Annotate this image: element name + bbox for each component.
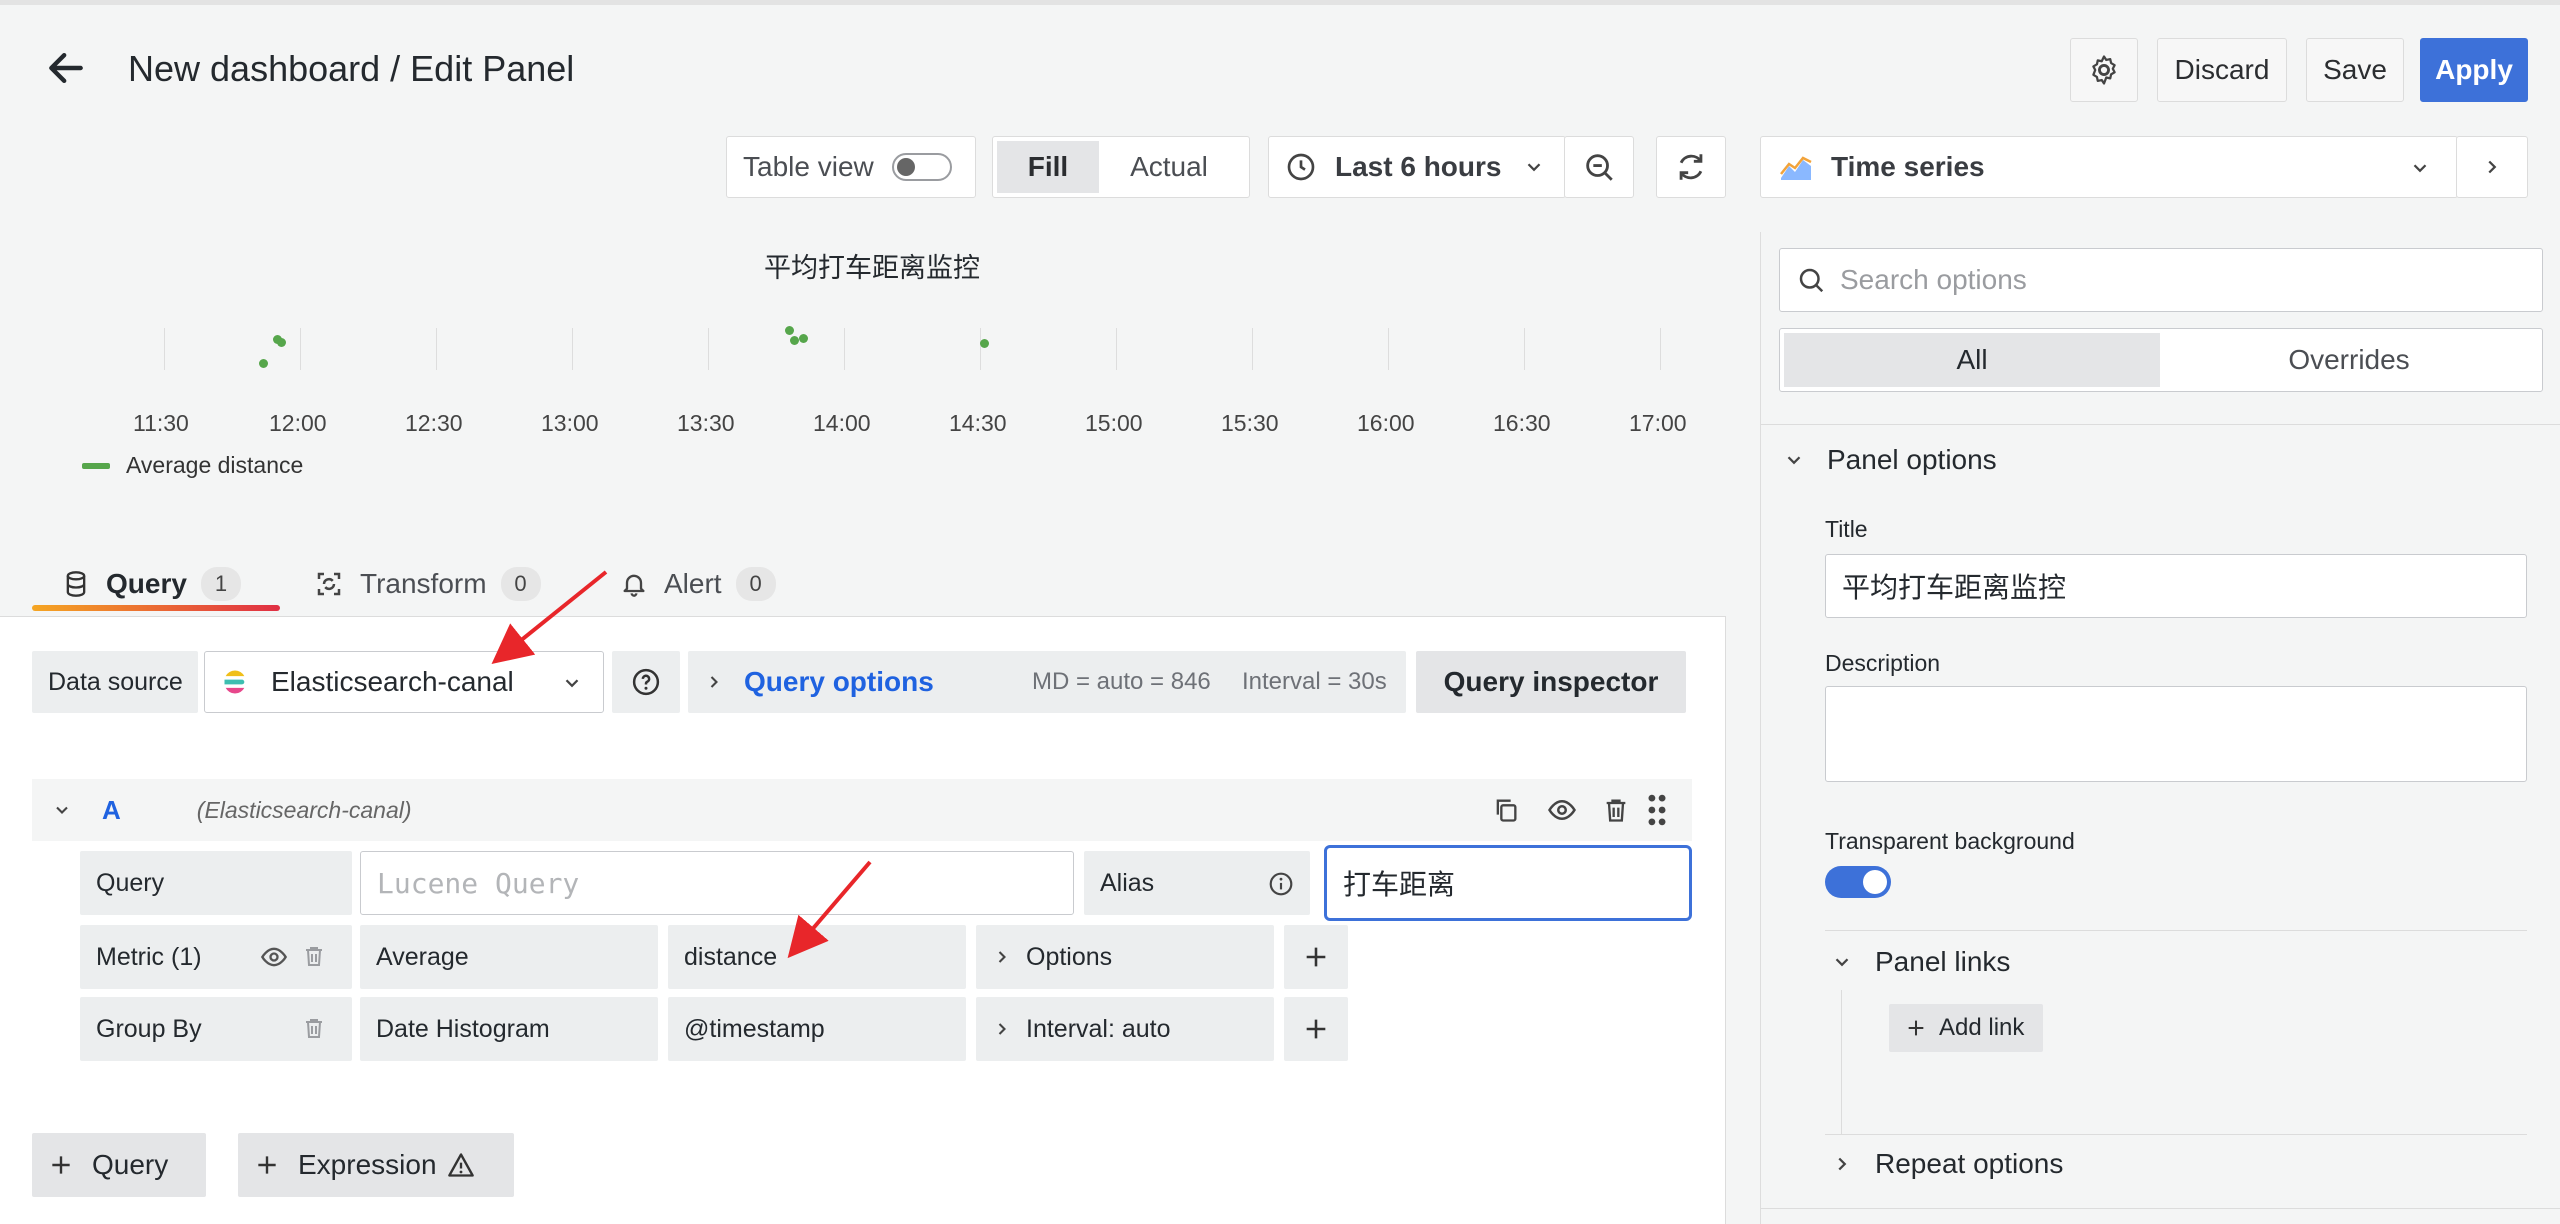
search-options-input[interactable]: Search options <box>1779 248 2543 312</box>
plus-icon <box>1908 1020 1924 1036</box>
apply-button[interactable]: Apply <box>2420 38 2528 102</box>
annotation-arrow-datasource <box>491 570 608 665</box>
repeat-options-label: Repeat options <box>1875 1148 2064 1179</box>
divider <box>1761 1208 2560 1209</box>
panel-options-header[interactable]: Panel options <box>1783 444 1997 476</box>
panel-title-input[interactable]: 平均打车距离监控 <box>1825 554 2527 618</box>
options-mode-group: All Overrides <box>1779 328 2543 392</box>
collapse-options-button[interactable] <box>2456 136 2528 198</box>
settings-button[interactable] <box>2070 38 2138 102</box>
title-label: Title <box>1825 516 1868 542</box>
panel-title-value: 平均打车距离监控 <box>1842 572 2067 603</box>
divider <box>1825 1134 2527 1135</box>
visualization-label: Time series <box>1831 151 1985 182</box>
save-button[interactable]: Save <box>2306 38 2404 102</box>
discard-button[interactable]: Discard <box>2157 38 2287 102</box>
add-link-label: Add link <box>1939 1014 2025 1041</box>
divider <box>1825 930 2527 931</box>
description-label: Description <box>1825 650 1941 676</box>
search-placeholder: Search options <box>1840 264 2027 295</box>
all-option[interactable]: All <box>1784 333 2160 387</box>
visualization-picker[interactable]: Time series <box>1760 136 2458 198</box>
search-icon <box>1799 268 1824 293</box>
gear-icon <box>2092 55 2116 85</box>
panel-links-label: Panel links <box>1875 946 2011 977</box>
chevron-down-icon <box>1835 958 1849 967</box>
panel-links-header[interactable]: Panel links <box>1831 946 2010 978</box>
annotation-arrow-metric-field <box>787 860 872 959</box>
panel-options-label: Panel options <box>1827 444 1997 475</box>
chevron-right-icon <box>2488 160 2497 174</box>
repeat-options-header[interactable]: Repeat options <box>1831 1148 2063 1180</box>
transparent-bg-switch[interactable] <box>1825 866 1891 898</box>
divider <box>1761 424 2560 425</box>
switch-knob <box>1863 870 1887 894</box>
chevron-right-icon <box>1838 1157 1847 1171</box>
overrides-option[interactable]: Overrides <box>2160 333 2538 387</box>
panel-links-indent <box>1841 990 1842 1134</box>
add-link-button[interactable]: Add link <box>1889 1004 2043 1052</box>
options-pane: Search options All Overrides Panel optio… <box>1760 232 2560 1224</box>
transparent-bg-label: Transparent background <box>1825 828 2075 854</box>
annotation-arrows <box>491 570 872 959</box>
chevron-down-icon <box>1787 456 1801 465</box>
chevron-down-icon <box>2413 164 2427 173</box>
time-series-icon <box>1780 156 1812 180</box>
description-textarea[interactable] <box>1825 686 2527 782</box>
